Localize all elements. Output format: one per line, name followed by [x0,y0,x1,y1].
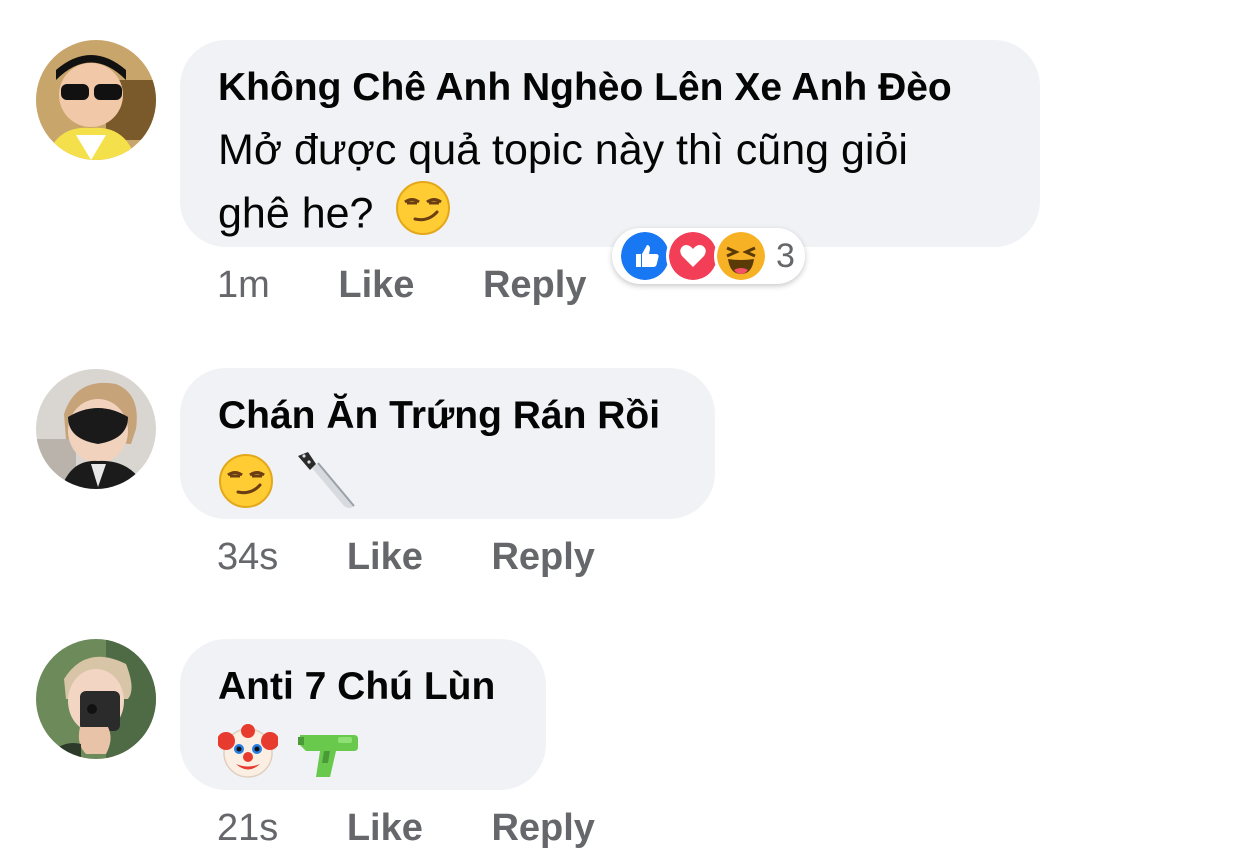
like-button[interactable]: Like [338,263,414,307]
reaction-summary[interactable]: 3 [612,228,805,284]
clown-face-icon [217,721,279,797]
reply-button[interactable]: Reply [491,535,594,579]
water-pistol-icon [296,721,362,797]
comment-bubble: Không Chê Anh Nghèo Lên Xe Anh Đèo Mở đư… [180,40,1040,247]
avatar[interactable] [36,639,156,759]
comment-bubble: Anti 7 Chú Lùn [180,639,546,790]
comment-time[interactable]: 21s [217,806,278,850]
comment-time[interactable]: 1m [217,263,270,307]
avatar[interactable] [36,40,156,160]
like-button[interactable]: Like [347,535,423,579]
comment-author[interactable]: Chán Ăn Trứng Rán Rồi [218,392,677,440]
comment-text-line: Mở được quả topic này thì cũng giỏi [218,126,908,174]
comment-author[interactable]: Anti 7 Chú Lùn [218,663,508,711]
love-icon [666,229,720,283]
comment-author[interactable]: Không Chê Anh Nghèo Lên Xe Anh Đèo [218,64,1002,112]
reaction-count: 3 [776,236,795,275]
comment-actions: 21s Like Reply [217,806,595,850]
comment-text-line-2: ghê he? [218,180,1002,252]
smirking-face-icon [395,180,451,252]
reply-button[interactable]: Reply [491,806,594,850]
comment-actions: 34s Like Reply [217,535,595,579]
comment-text: Mở được quả topic này thì cũng giỏi ghê … [218,120,1002,252]
comment-bubble: Chán Ăn Trứng Rán Rồi [180,368,715,519]
avatar[interactable] [36,369,156,489]
reply-button[interactable]: Reply [483,263,586,307]
comment-time[interactable]: 34s [217,535,278,579]
like-button[interactable]: Like [347,806,423,850]
kitchen-knife-icon [294,450,356,528]
haha-icon [714,229,768,283]
comment-text [217,721,508,797]
like-icon [618,229,672,283]
comment-actions: 1m Like Reply [217,263,586,307]
smirking-face-icon [218,453,274,525]
comment-text-segment: ghê he? [218,189,374,238]
comment-text [218,450,677,528]
